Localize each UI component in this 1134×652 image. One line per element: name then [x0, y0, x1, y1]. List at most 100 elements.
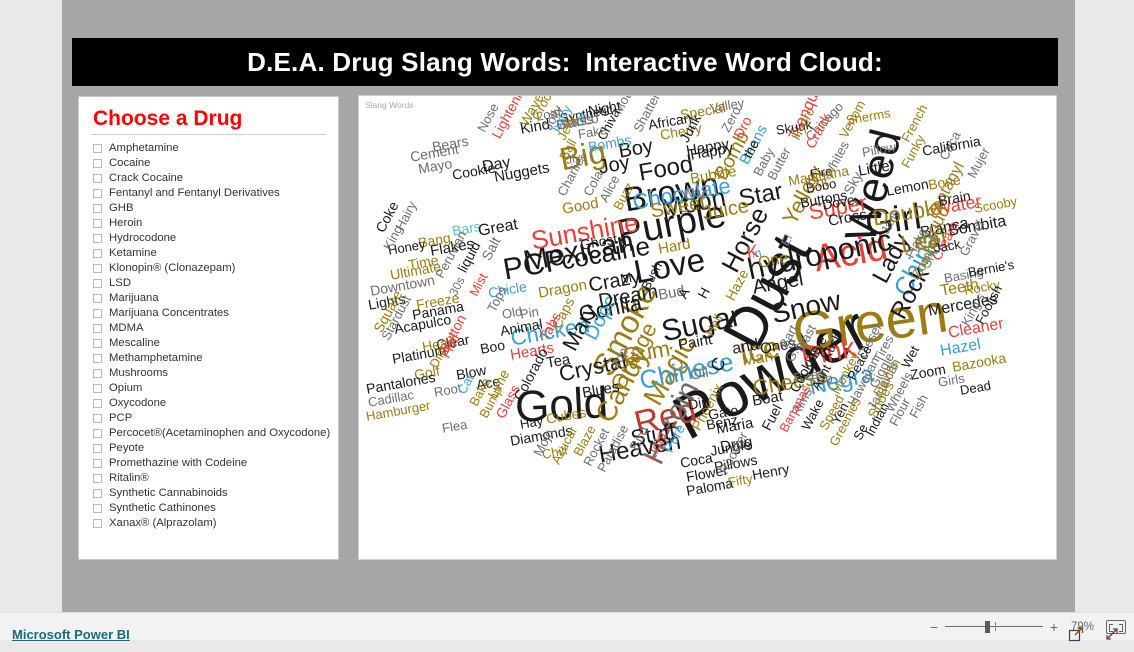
slicer-item[interactable]: Amphetamine	[89, 141, 328, 156]
slicer-item[interactable]: Methamphetamine	[89, 351, 328, 366]
slicer-checkbox[interactable]	[93, 459, 102, 468]
slicer-checkbox[interactable]	[93, 309, 102, 318]
word-cloud-word[interactable]: Great	[477, 216, 519, 240]
slicer-item[interactable]: Percocet®(Acetaminophen and Oxycodone)	[89, 426, 331, 441]
zoom-slider-thumb[interactable]	[984, 621, 990, 633]
slicer-checkbox[interactable]	[93, 519, 102, 528]
slicer-item-label: Oxycodone	[109, 397, 167, 409]
slicer-item-label: Heroin	[109, 217, 143, 229]
slicer-item[interactable]: Promethazine with Codeine	[89, 456, 328, 471]
slicer-item-label: Ritalin®	[109, 472, 149, 484]
slicer-checkbox[interactable]	[93, 444, 102, 453]
slicer-item-label: Marijuana Concentrates	[109, 307, 229, 319]
slicer-checkbox[interactable]	[93, 504, 102, 513]
slicer-item[interactable]: Crack Cocaine	[89, 171, 328, 186]
slicer-item-label: Peyote	[109, 442, 145, 454]
word-cloud-word[interactable]: M	[619, 269, 633, 287]
slicer-checkbox[interactable]	[93, 159, 102, 168]
zoom-slider[interactable]	[944, 620, 1043, 634]
slicer-item-label: Methamphetamine	[109, 352, 203, 364]
slicer-item-label: MDMA	[109, 322, 144, 334]
slicer-item-label: Promethazine with Codeine	[109, 457, 248, 469]
slicer-item-label: Mescaline	[109, 337, 160, 349]
report-footer: Microsoft Power BI	[0, 627, 1134, 652]
slicer-item[interactable]: Oxycodone	[89, 396, 328, 411]
word-cloud-word[interactable]: H	[694, 285, 713, 301]
slicer-item[interactable]: Synthetic Cathinones	[89, 501, 328, 516]
slicer-item-label: PCP	[109, 412, 133, 424]
slicer-item-label: Synthetic Cannabinoids	[109, 487, 228, 499]
slicer-checkbox[interactable]	[93, 279, 102, 288]
slicer-item[interactable]: Ketamine	[89, 246, 328, 261]
slicer-item[interactable]: MDMA	[89, 321, 328, 336]
word-cloud-word[interactable]: Jive	[565, 149, 588, 166]
slicer-checkbox[interactable]	[93, 144, 102, 153]
word-cloud-word[interactable]: Bernie's	[967, 257, 1015, 280]
word-cloud-word[interactable]: Paint	[677, 331, 714, 354]
slicer-item[interactable]: Hydrocodone	[89, 231, 328, 246]
slicer-item[interactable]: Synthetic Cannabinoids	[89, 486, 328, 501]
slicer-checkbox[interactable]	[93, 264, 102, 273]
powerbi-link[interactable]: Microsoft Power BI	[12, 627, 130, 642]
slicer-item[interactable]: Peyote	[89, 441, 328, 456]
slicer-item[interactable]: PCP	[89, 411, 328, 426]
word-cloud-word[interactable]: Boo	[479, 337, 506, 357]
slicer-item-label: Synthetic Cathinones	[109, 502, 216, 514]
slicer-item[interactable]: Ritalin®	[89, 471, 328, 486]
slicer-checkbox[interactable]	[93, 189, 102, 198]
slicer-item-list[interactable]: Amphetamine Cocaine Crack Cocaine Fentanyl …	[89, 141, 331, 531]
slicer-checkbox[interactable]	[93, 414, 102, 423]
slicer-item[interactable]: Heroin	[89, 216, 328, 231]
slicer-item-label: Cocaine	[109, 157, 151, 169]
slicer-item[interactable]: LSD	[89, 276, 328, 291]
slicer-checkbox[interactable]	[93, 294, 102, 303]
footer-icons[interactable]	[1068, 626, 1120, 642]
slicer-checkbox[interactable]	[93, 204, 102, 213]
slicer-checkbox[interactable]	[93, 384, 102, 393]
footer-inner: Microsoft Power BI	[0, 627, 1134, 652]
slicer-checkbox[interactable]	[93, 219, 102, 228]
slicer-checkbox[interactable]	[93, 324, 102, 333]
slicer-checkbox[interactable]	[93, 399, 102, 408]
slicer-checkbox[interactable]	[93, 369, 102, 378]
word-cloud-word[interactable]: Oil	[689, 364, 710, 384]
slicer-item[interactable]: GHB	[89, 201, 328, 216]
slicer-checkbox[interactable]	[93, 249, 102, 258]
slicer-item-label: Hydrocodone	[109, 232, 177, 244]
word-cloud-word[interactable]: Fifty	[727, 471, 754, 490]
report-title-banner: D.E.A. Drug Slang Words: Interactive Wor…	[72, 38, 1058, 86]
word-cloud-visual[interactable]: Slang Words Powder Dust Green Gold Weed Acid P…	[358, 95, 1057, 560]
slicer-checkbox[interactable]	[93, 489, 102, 498]
zoom-out-button[interactable]: −	[927, 619, 941, 635]
fullscreen-icon[interactable]	[1104, 626, 1120, 642]
word-cloud-word[interactable]: Cookie	[451, 159, 497, 182]
slicer-item[interactable]: Marijuana Concentrates	[89, 306, 328, 321]
share-icon[interactable]	[1068, 626, 1084, 642]
drug-slicer-panel[interactable]: Choose a Drug Amphetamine Cocaine Crack Co…	[78, 96, 339, 560]
slicer-item[interactable]: Xanax® (Alprazolam)	[89, 516, 328, 531]
word-cloud-word[interactable]: Dirt	[687, 393, 711, 413]
word-cloud-word[interactable]: Bears	[431, 133, 470, 155]
slicer-item[interactable]: Mushrooms	[89, 366, 328, 381]
slicer-item[interactable]: Mescaline	[89, 336, 328, 351]
slicer-item-label: Percocet®(Acetaminophen and Oxycodone)	[109, 427, 331, 439]
word-cloud-word[interactable]: Flea	[441, 417, 469, 436]
slicer-item[interactable]: Fentanyl and Fentanyl Derivatives	[89, 186, 328, 201]
slicer-checkbox[interactable]	[93, 339, 102, 348]
zoom-in-button[interactable]: +	[1047, 619, 1061, 635]
slicer-checkbox[interactable]	[93, 474, 102, 483]
slicer-item[interactable]: Cocaine	[89, 156, 328, 171]
zoom-slider-tick	[994, 622, 996, 631]
slicer-checkbox[interactable]	[93, 234, 102, 243]
report-bottom-bar: − + 79%	[0, 612, 1134, 640]
word-cloud-word[interactable]: Tea	[545, 351, 572, 372]
slicer-item-label: Fentanyl and Fentanyl Derivatives	[109, 187, 280, 199]
slicer-checkbox[interactable]	[93, 174, 102, 183]
word-cloud-word[interactable]: Dead	[959, 378, 992, 398]
slicer-item[interactable]: Marijuana	[89, 291, 328, 306]
slicer-checkbox[interactable]	[93, 354, 102, 363]
slicer-item[interactable]: Opium	[89, 381, 328, 396]
slicer-item[interactable]: Klonopin® (Clonazepam)	[89, 261, 328, 276]
word-cloud-stage[interactable]: Powder Dust Green Gold Weed Acid Purple Brown Re…	[359, 96, 1056, 559]
slicer-checkbox[interactable]	[93, 429, 102, 438]
